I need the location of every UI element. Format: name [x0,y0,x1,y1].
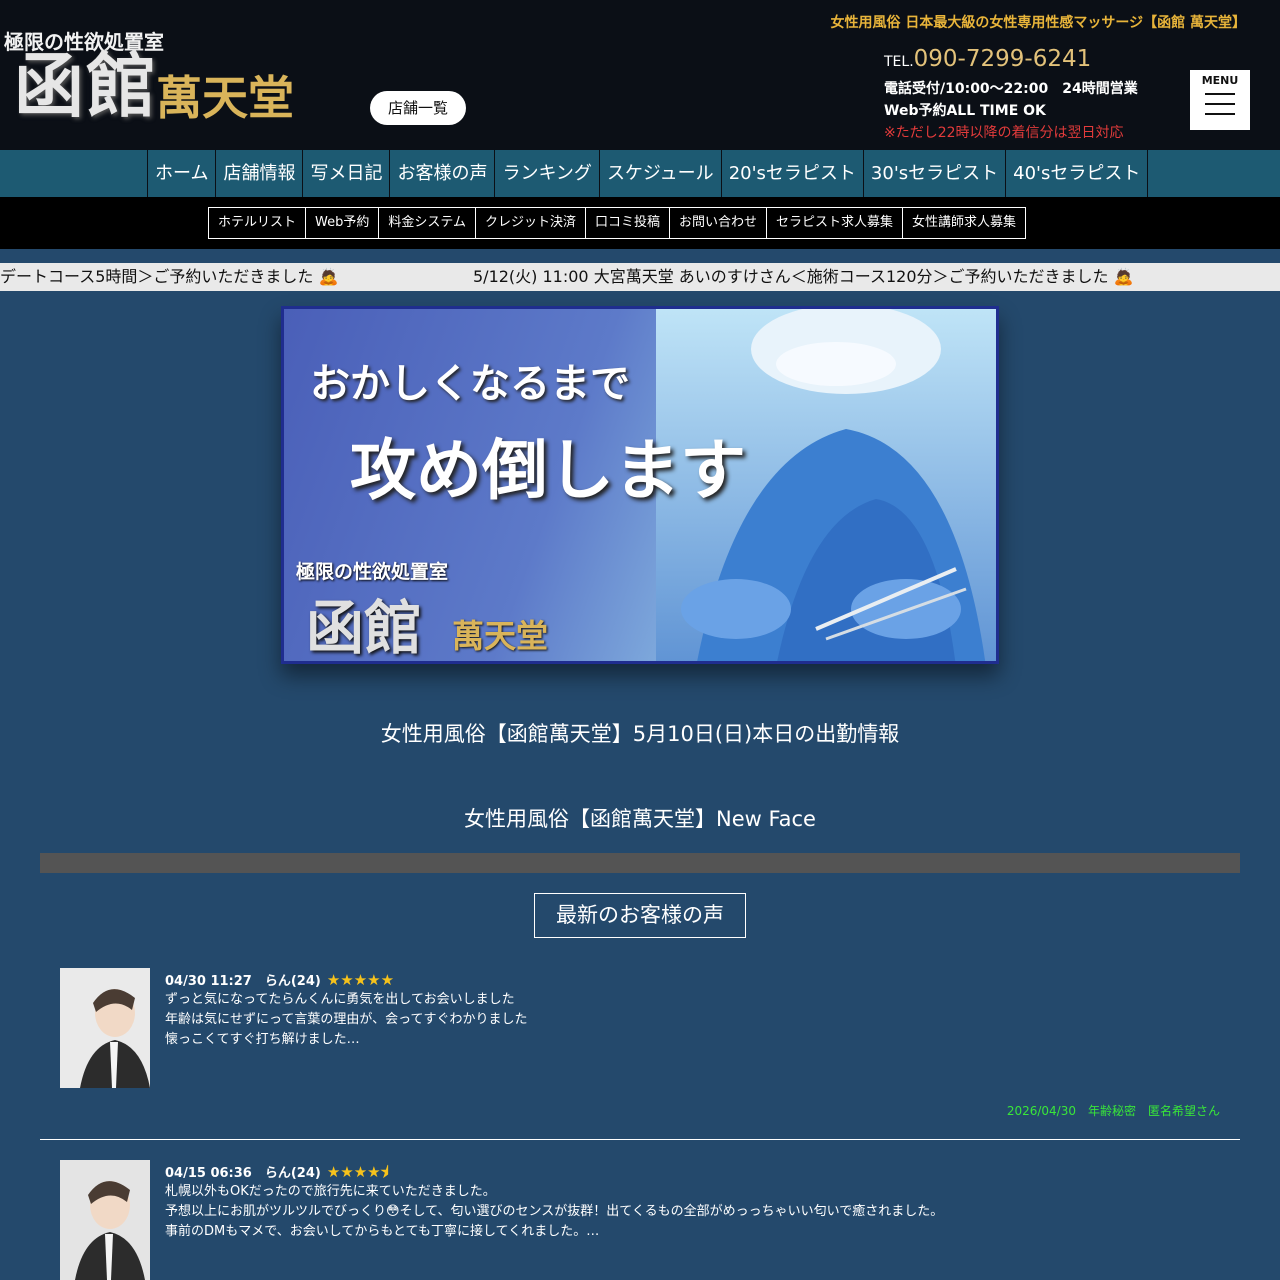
today-schedule-title: 女性用風俗【函館萬天堂】5月10日(日)本日の出勤情報 [380,722,900,746]
site-header: 極限の性欲処置室 函館 萬天堂 店舗一覧 女性用風俗 日本最大級の女性専用性感マ… [0,0,1280,150]
review-line: 年齢は気にせずにって言葉の理由が、会ってすぐわかりました [165,1012,528,1027]
hours-warning: ※ただし22時以降の着信分は翌日対応 [884,125,1124,141]
nav-instructor-recruit[interactable]: 女性講師求人募集 [902,207,1027,239]
tel-number[interactable]: 090-7299-6241 [914,46,1092,72]
review-line: ずっと気になってたらんくんに勇気を出してお会いしました [165,992,515,1007]
review-date-author: 04/30 11:27 らん(24) [165,974,321,989]
header-tagline: 女性用風俗 日本最大級の女性専用性感マッサージ【函館 萬天堂】 [830,15,1246,31]
banner-brand-main: 函館 [306,594,423,662]
menu-label: MENU [1201,74,1239,87]
review-body: ずっと気になってたらんくんに勇気を出してお会いしました 年齢は気にせずにって言葉… [165,990,1065,1050]
hours-line-1: 電話受付/10:00〜22:00 24時間営業 [884,81,1138,97]
new-face-bar [40,853,1240,873]
review-line: 事前のDMもマメで、お会いしてからもとても丁寧に接してくれました。… [165,1224,600,1239]
logo-gold-text[interactable]: 萬天堂 [156,70,294,126]
review-line: 予想以上にお肌がツルツルでびっくり😳そして、匂い選びのセンスが抜群！出てくるもの… [165,1204,944,1219]
hamburger-icon-bar [1205,113,1235,115]
nav-schedule[interactable]: スケジュール [600,150,722,197]
therapist-avatar [60,968,150,1088]
hamburger-icon [1205,93,1235,95]
therapist-photo[interactable] [60,968,150,1088]
hero-banner[interactable]: おかしくなるまで 攻め倒します 極限の性欲処置室 函館 萬天堂 [281,306,999,664]
secondary-nav: ホテルリスト Web予約 料金システム クレジット決済 口コミ投稿 お問い合わせ… [0,197,1280,249]
review-item[interactable]: 04/15 06:36 らん(24) ★★★★⯨ 札幌以外もOKだったので旅行先に… [60,1160,1240,1280]
nav-therapist-recruit[interactable]: セラピスト求人募集 [766,207,904,239]
review-meta: 04/30 11:27 らん(24) ★★★★★ [165,970,394,989]
store-list-button[interactable]: 店舗一覧 [370,91,466,125]
therapist-photo[interactable] [60,1160,150,1280]
nav-40s-therapist[interactable]: 40'sセラピスト [1006,150,1149,197]
nav-customer-voices[interactable]: お客様の声 [390,150,496,197]
nav-ranking[interactable]: ランキング [495,150,600,197]
review-footer: 2026/04/30 年齢秘密 匿名希望さん [1006,1104,1220,1118]
ticker-item: 5/12(火) 11:00 大宮萬天堂 あいのすけさん＜施術コース120分＞ご予… [473,267,1134,286]
business-hours: 電話受付/10:00〜22:00 24時間営業 Web予約ALL TIME OK… [884,78,1138,144]
banner-brand-subtitle: 極限の性欲処置室 [296,561,449,583]
nav-web-reservation[interactable]: Web予約 [305,207,380,239]
review-line: 懐っこくてすぐ打ち解けました… [165,1032,360,1047]
phone-link[interactable]: TEL.090-7299-6241 [884,46,1091,72]
nav-hotel-list[interactable]: ホテルリスト [208,207,307,239]
nav-home[interactable]: ホーム [148,150,217,197]
hours-line-2: Web予約ALL TIME OK [884,103,1046,119]
latest-voices-heading: 最新のお客様の声 [534,893,746,938]
nav-photo-diary[interactable]: 写メ日記 [303,150,391,197]
nav-review-post[interactable]: 口コミ投稿 [585,207,671,239]
star-rating-icon: ★★★★★ [326,971,395,989]
review-divider [40,1139,1240,1140]
logo-main[interactable]: 函館 [14,46,158,126]
tel-prefix: TEL. [884,54,914,70]
hamburger-icon-bar [1205,103,1235,105]
review-date-author: 04/15 06:36 らん(24) [165,1166,321,1181]
primary-nav: ホーム 店舗情報 写メ日記 お客様の声 ランキング スケジュール 20'sセラピ… [0,150,1280,197]
ticker-item: デートコース5時間＞ご予約いただきました 🙇 [0,267,339,286]
new-face-title: 女性用風俗【函館萬天堂】New Face [464,807,816,831]
banner-headline-1: おかしくなるまで [310,360,630,407]
review-line: 札幌以外もOKだったので旅行先に来ていただきました。 [165,1184,496,1199]
nav-contact[interactable]: お問い合わせ [669,207,768,239]
banner-brand-gold: 萬天堂 [452,617,549,655]
review-body: 札幌以外もOKだったので旅行先に来ていただきました。 予想以上にお肌がツルツルで… [165,1182,1065,1242]
nav-20s-therapist[interactable]: 20'sセラピスト [722,150,864,197]
menu-button[interactable]: MENU [1190,70,1250,130]
nav-30s-therapist[interactable]: 30'sセラピスト [864,150,1007,197]
star-rating-icon: ★★★★⯨ [326,1163,389,1181]
nav-store-info[interactable]: 店舗情報 [216,150,304,197]
nav-pricing[interactable]: 料金システム [378,207,476,239]
reservation-ticker: デートコース5時間＞ご予約いただきました 🙇 5/12(火) 11:00 大宮萬… [0,263,1280,291]
review-item[interactable]: 04/30 11:27 らん(24) ★★★★★ ずっと気になってたらんくんに勇気… [60,968,1240,1118]
banner-headline-2: 攻め倒します [350,431,746,509]
therapist-avatar [60,1160,150,1280]
nav-credit-payment[interactable]: クレジット決済 [474,207,586,239]
